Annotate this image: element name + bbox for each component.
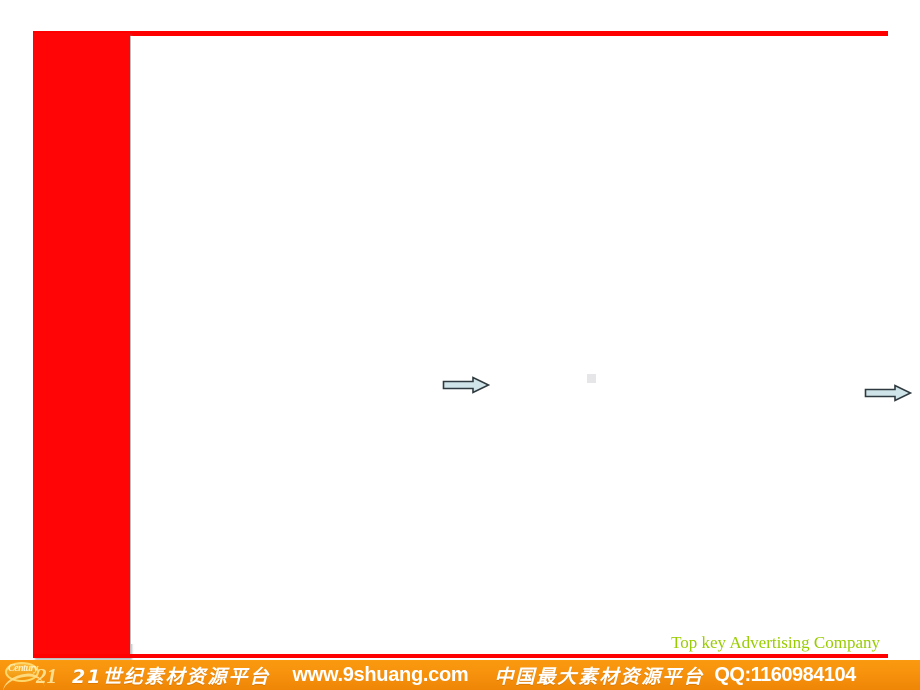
bottom-red-rule (33, 654, 888, 658)
slide-body-panel (131, 36, 912, 644)
logo-ring-text: Century (8, 663, 38, 674)
slide-canvas: Top key Ad. Top key Advertising Company (0, 0, 920, 660)
promo-qq-number: QQ:1160984104 (714, 663, 856, 686)
right-arrow-icon-left (442, 376, 490, 394)
promo-tagline-right: 中国最大素材资源平台 (494, 665, 705, 688)
logo-numeral: 21 (36, 664, 57, 688)
footer-company-caption: Top key Advertising Company (671, 633, 880, 652)
small-square-marker (587, 374, 596, 383)
promo-banner: Century 21 21世纪素材资源平台 www.9shuang.com 中国… (0, 660, 920, 690)
right-arrow-icon-right (864, 384, 912, 402)
left-red-band: Top key Ad. (33, 33, 130, 658)
promo-website-url[interactable]: www.9shuang.com (292, 664, 468, 687)
promo-tagline-left: 21世纪素材资源平台 (72, 665, 271, 688)
century21-logo: Century 21 (0, 660, 66, 690)
